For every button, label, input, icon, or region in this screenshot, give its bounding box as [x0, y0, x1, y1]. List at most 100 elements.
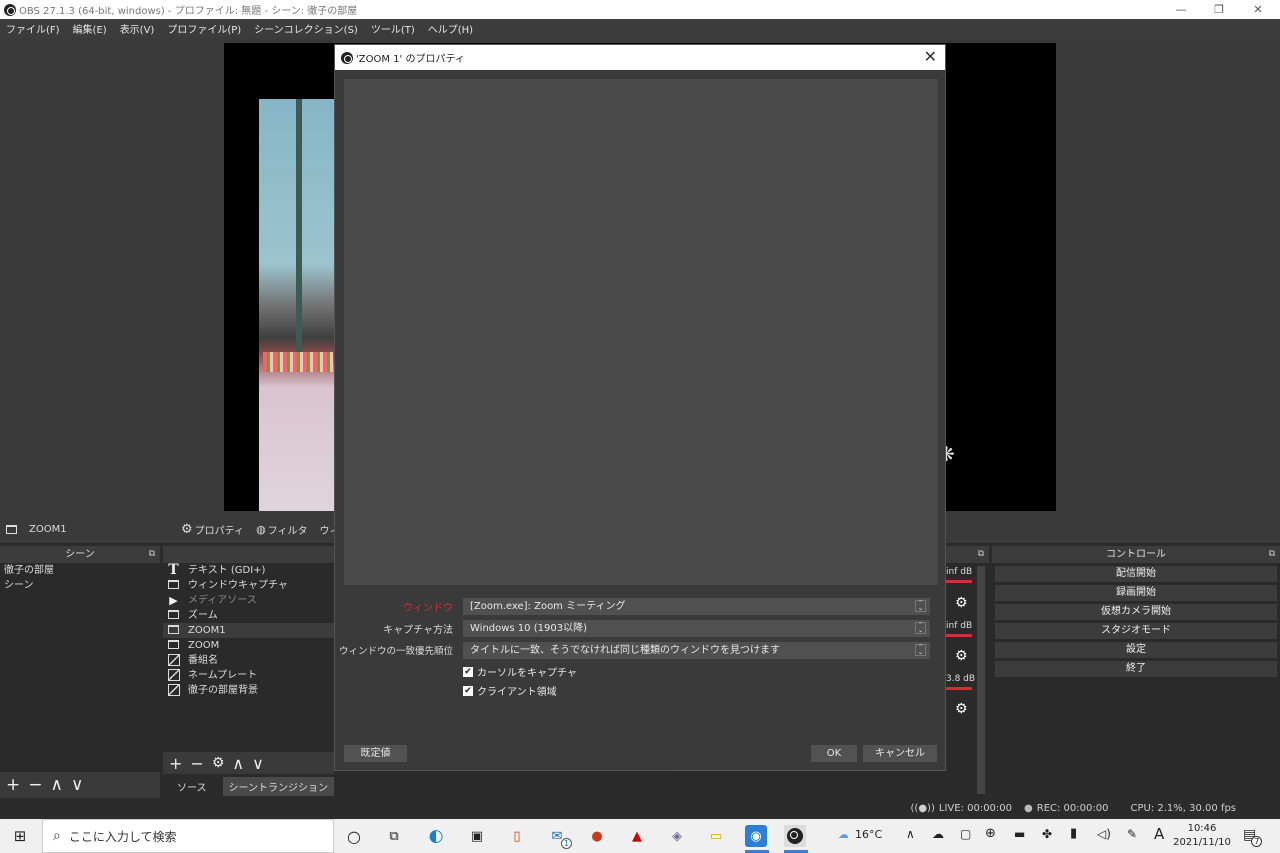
ime-indicator[interactable]: A [1154, 825, 1164, 843]
properties-button[interactable]: ⚙ プロパティ [181, 522, 244, 537]
search-box[interactable]: ⌕ ここに入力して検索 [42, 819, 334, 853]
scene-item[interactable]: 徹子の部屋 [0, 563, 160, 578]
network-icon[interactable]: ✤ [1042, 827, 1052, 841]
down-icon[interactable]: ∨ [252, 754, 264, 773]
source-item[interactable]: ▶ メディアソース [163, 593, 334, 608]
search-icon: ⌕ [53, 828, 61, 844]
gear-icon[interactable]: ⚙ [955, 701, 968, 717]
zoom-app-icon[interactable]: ◉ [745, 825, 767, 847]
gear-icon[interactable]: ⚙ [212, 755, 225, 771]
cortana-icon[interactable]: ○ [343, 825, 365, 847]
source-label: 番組名 [188, 655, 218, 666]
start-streaming-button[interactable]: 配信開始 [995, 566, 1277, 582]
status-bar: ((●)) LIVE: 00:00:00 ● REC: 00:00:00 CPU… [0, 798, 1280, 819]
controls-pane: コントロール ⧉ 配信開始 録画開始 仮想カメラ開始 スタジオモード 設定 終了 [992, 546, 1280, 798]
edge-icon[interactable]: ◐ [425, 825, 447, 847]
battery-icon[interactable]: ▬ [1014, 827, 1025, 841]
defaults-button[interactable]: 既定値 [344, 745, 407, 762]
explorer-icon[interactable]: ▭ [705, 825, 727, 847]
meet-icon[interactable]: ▢ [960, 827, 971, 841]
gear-icon[interactable]: ⚙ [955, 595, 968, 611]
acrobat-icon[interactable]: ▲ [626, 825, 648, 847]
source-item[interactable]: ウィンドウキャプチャ [163, 578, 334, 593]
dialog-title: 'ZOOM 1' のプロパティ [356, 54, 465, 65]
start-virtual-camera-button[interactable]: 仮想カメラ開始 [995, 604, 1277, 620]
window-icon [168, 580, 179, 589]
window-match-priority-select[interactable]: タイトルに一致、そうでなければ同じ種類のウィンドウを見つけます ⌃ ⌄ [463, 641, 930, 659]
scenes-toolbar: + − ∧ ∨ [0, 772, 160, 798]
source-item-selected[interactable]: ZOOM1 [163, 623, 334, 638]
tab-scene-transitions[interactable]: シーントランジション [222, 776, 334, 796]
settings-button[interactable]: 設定 [995, 642, 1277, 658]
source-item[interactable]: ズーム [163, 608, 334, 623]
updown-icon: ⌃ ⌄ [915, 621, 926, 634]
dock-icon[interactable]: ⧉ [149, 546, 155, 563]
mixer-scrollbar[interactable] [977, 566, 985, 794]
flower-decoration [263, 352, 333, 372]
chevron-up-icon[interactable]: ∧ [906, 827, 915, 841]
window-select[interactable]: [Zoom.exe]: Zoom ミーティング ⌃ ⌄ [463, 597, 930, 615]
up-icon[interactable]: ∧ [232, 754, 244, 773]
menu-tools[interactable]: ツール(T) [371, 21, 415, 36]
source-label: ZOOM [188, 640, 220, 651]
clock-time: 10:46 [1187, 823, 1217, 834]
pen-icon[interactable]: ✎ [1127, 827, 1137, 841]
remove-icon[interactable]: − [190, 754, 203, 773]
volume-icon[interactable]: ◁) [1097, 827, 1111, 841]
menu-file[interactable]: ファイル(F) [6, 21, 60, 36]
capture-cursor-checkbox[interactable]: ✔ カーソルをキャプチャ [463, 664, 577, 679]
maximize-button[interactable]: ❐ [1202, 0, 1236, 19]
dialog-close-icon[interactable]: ✕ [924, 47, 937, 66]
source-item[interactable]: 番組名 [163, 653, 334, 668]
obs-app-icon[interactable] [784, 825, 806, 847]
gear-icon[interactable]: ⚙ [955, 648, 968, 664]
mail-icon[interactable]: ✉ 1 [546, 825, 572, 849]
client-area-checkbox[interactable]: ✔ クライアント領域 [463, 683, 557, 698]
capture-method-select[interactable]: Windows 10 (1903以降) ⌃ ⌄ [463, 619, 930, 637]
menu-scene-collection[interactable]: シーンコレクション(S) [254, 21, 358, 36]
source-item[interactable]: 徹子の部屋背景 [163, 683, 334, 698]
minimize-button[interactable]: — [1164, 0, 1198, 19]
dock-icon[interactable]: ⧉ [978, 546, 984, 563]
ok-button[interactable]: OK [811, 745, 857, 762]
tab-sources[interactable]: ソース [165, 776, 219, 796]
menu-profile[interactable]: プロファイル(P) [167, 21, 241, 36]
menu-view[interactable]: 表示(V) [120, 21, 155, 36]
cancel-button[interactable]: キャンセル [863, 745, 937, 762]
window-icon [168, 640, 179, 649]
exit-button[interactable]: 終了 [995, 661, 1277, 677]
close-button[interactable]: ✕ [1241, 0, 1275, 19]
powerpoint-icon[interactable]: ● [586, 825, 608, 847]
notification-icon[interactable]: ▤ 7 [1243, 827, 1263, 847]
add-icon[interactable]: + [169, 754, 182, 773]
menu-help[interactable]: ヘルプ(H) [428, 21, 473, 36]
clock[interactable]: 10:46 2021/11/10 [1170, 822, 1234, 850]
window-match-priority-row: ウィンドウの一致優先順位 タイトルに一致、そうでなければ同じ種類のウィンドウを見… [335, 641, 947, 659]
source-item[interactable]: ZOOM [163, 638, 334, 653]
down-icon[interactable]: ∨ [71, 775, 83, 795]
add-icon[interactable]: + [6, 775, 20, 795]
store-icon[interactable]: ▣ [466, 825, 488, 847]
studio-mode-button[interactable]: スタジオモード [995, 623, 1277, 639]
weather-widget[interactable]: ☁ 16°C [838, 828, 882, 841]
office-icon[interactable]: ▯ [506, 825, 528, 847]
menu-edit[interactable]: 編集(E) [73, 21, 107, 36]
globe-icon[interactable]: ⊕ [985, 826, 996, 841]
source-item[interactable]: ネームプレート [163, 668, 334, 683]
scene-item[interactable]: シーン [0, 578, 160, 593]
onedrive-icon[interactable]: ☁ [932, 827, 944, 841]
image-icon-wrap [167, 684, 180, 697]
dock-icon[interactable]: ⧉ [1269, 546, 1275, 563]
start-recording-button[interactable]: 録画開始 [995, 585, 1277, 601]
window-match-priority-value: タイトルに一致、そうでなければ同じ種類のウィンドウを見つけます [470, 644, 780, 656]
microphone-icon[interactable]: ▮ [1070, 826, 1077, 841]
windows-start-icon[interactable]: ⊞ [9, 825, 31, 847]
remove-icon[interactable]: − [28, 775, 42, 795]
live-time: LIVE: 00:00:00 [938, 803, 1013, 814]
scenes-pane: シーン ⧉ 徹子の部屋 シーン + − ∧ ∨ [0, 546, 160, 798]
up-icon[interactable]: ∧ [51, 775, 63, 795]
app-icon[interactable]: ◈ [666, 825, 688, 847]
task-view-icon[interactable]: ⧉ [383, 825, 405, 847]
source-item[interactable]: T テキスト (GDI+) [163, 563, 334, 578]
filters-button[interactable]: ◍ フィルタ [256, 522, 307, 537]
